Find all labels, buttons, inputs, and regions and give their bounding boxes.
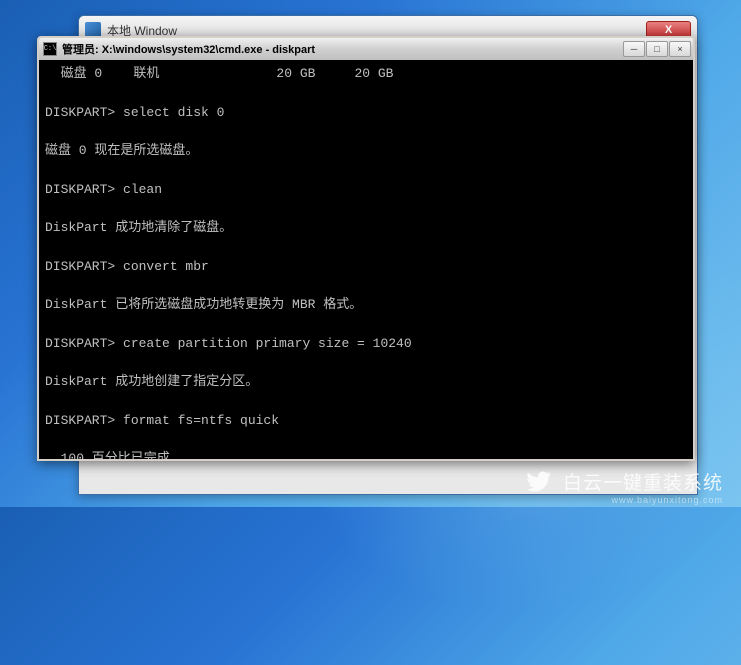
close-button[interactable]: × (669, 41, 691, 57)
terminal-line: DISKPART> clean (45, 180, 687, 200)
watermark-url: www.baiyunxitong.com (611, 495, 723, 505)
watermark: 白云一键重装系统 (527, 468, 723, 495)
terminal-line (45, 161, 687, 180)
terminal-line: DISKPART> format fs=ntfs quick (45, 411, 687, 431)
terminal-output[interactable]: 磁盘 0 联机 20 GB 20 GB DISKPART> select disk… (39, 60, 693, 459)
terminal-line (45, 84, 687, 103)
terminal-line (45, 392, 687, 411)
terminal-line (45, 276, 687, 295)
terminal-line: DiskPart 成功地清除了磁盘。 (45, 218, 687, 238)
terminal-line: DISKPART> select disk 0 (45, 103, 687, 123)
terminal-line: DiskPart 已将所选磁盘成功地转更换为 MBR 格式。 (45, 295, 687, 315)
terminal-line (45, 353, 687, 372)
terminal-line (45, 315, 687, 334)
terminal-line: 磁盘 0 联机 20 GB 20 GB (45, 64, 687, 84)
cmd-title: 管理员: X:\windows\system32\cmd.exe - diskp… (62, 41, 618, 57)
terminal-line: 磁盘 0 现在是所选磁盘。 (45, 141, 687, 161)
terminal-line: DISKPART> create partition primary size … (45, 334, 687, 354)
cmd-titlebar[interactable]: C:\ 管理员: X:\windows\system32\cmd.exe - d… (39, 38, 693, 60)
cmd-icon: C:\ (43, 42, 57, 56)
maximize-button[interactable]: □ (646, 41, 668, 57)
terminal-line (45, 122, 687, 141)
terminal-line (45, 199, 687, 218)
terminal-line: DiskPart 成功地创建了指定分区。 (45, 372, 687, 392)
watermark-text: 白云一键重装系统 (563, 468, 723, 495)
cmd-window: C:\ 管理员: X:\windows\system32\cmd.exe - d… (37, 36, 695, 461)
terminal-line: DISKPART> convert mbr (45, 257, 687, 277)
minimize-button[interactable]: ─ (623, 41, 645, 57)
terminal-line (45, 430, 687, 449)
bird-icon (527, 470, 555, 494)
terminal-line: 100 百分比已完成 (45, 449, 687, 459)
terminal-line (45, 238, 687, 257)
